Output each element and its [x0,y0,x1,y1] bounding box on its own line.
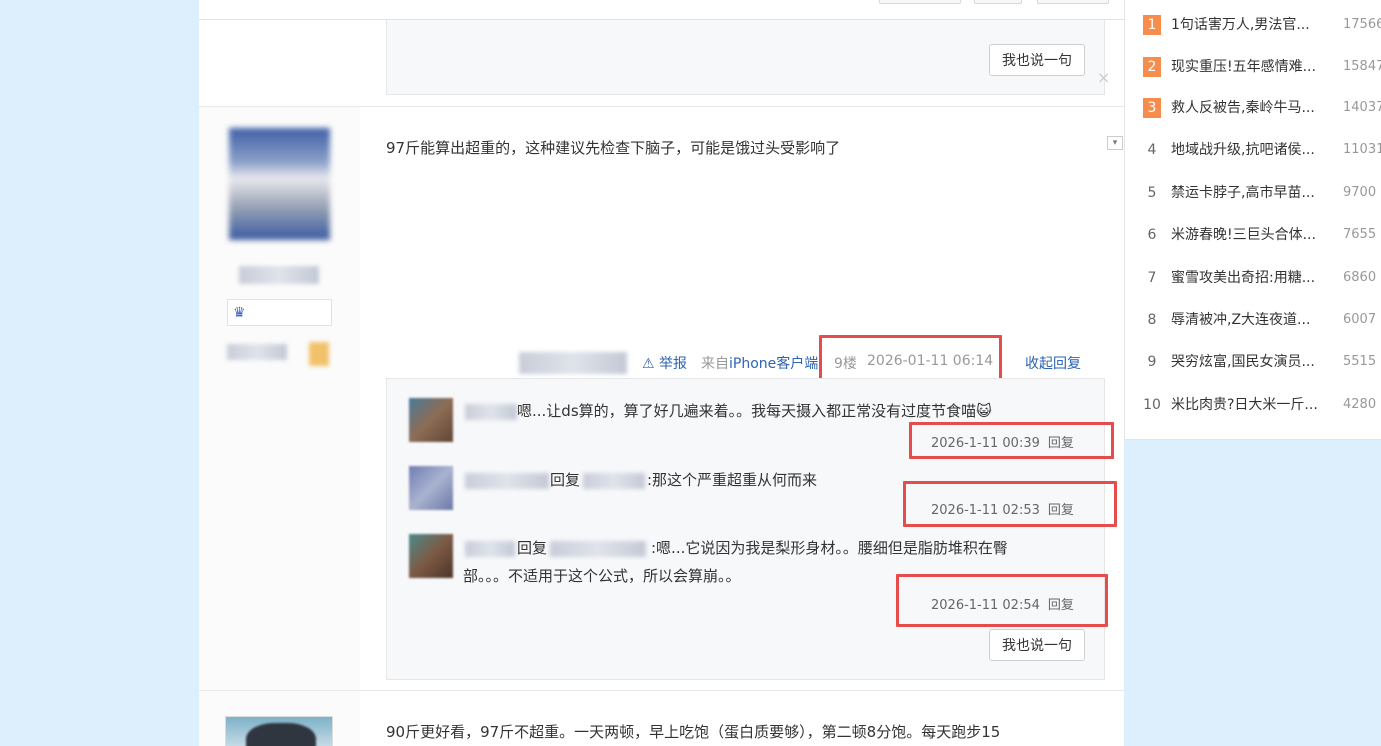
badge-icon: ♛ [233,305,246,321]
rank-number: 10 [1143,397,1161,413]
rank-number: 8 [1147,312,1157,328]
hot-item[interactable]: 2 现实重压!五年感情难... 15847 [1125,57,1381,77]
hot-item[interactable]: 3 救人反被告,秦岭牛马... 14037 [1125,98,1381,118]
reply-avatar[interactable] [409,466,453,510]
client-prefix: 来自 [701,356,729,372]
hot-item-count: 4280 [1343,397,1377,412]
highlight-box-reply-2 [903,481,1117,527]
hot-item-count: 7655 [1343,227,1377,242]
rank-number: 2 [1143,57,1161,77]
post-menu-chevron-down-icon[interactable]: ▾ [1107,136,1123,150]
author-badge: ♛ [227,299,332,326]
rank-number: 5 [1147,185,1157,201]
hot-item[interactable]: 6 米游春晚!三巨头合体... 7655 [1125,225,1381,245]
post-content: 97斤能算出超重的，这种建议先检查下脑子，可能是饿过头受影响了 [386,139,841,157]
hot-item[interactable]: 5 禁运卡脖子,高市早苗... 9700 [1125,183,1381,203]
reply-text: :那这个严重超重从何而来 [647,471,818,489]
hot-item-count: 6007 [1343,312,1377,327]
reply-avatar[interactable] [409,398,453,442]
reply-text-line-1: :嗯...它说因为我是梨形身材。。腰细但是脂肪堆积在臀 [651,539,1008,557]
reply-username[interactable] [465,541,515,557]
hot-item-title[interactable]: 米比肉贵?日大米一斤... [1171,395,1318,415]
reply-target-username[interactable] [583,473,645,489]
hot-item-count: 5515 [1343,354,1377,369]
say-something-button-top[interactable]: 我也说一句 [989,44,1085,76]
hot-item-count: 14037 [1343,100,1381,115]
collapse-replies-link[interactable]: 收起回复 [1025,353,1081,373]
hot-item-title[interactable]: 哭穷炫富,国民女演员... [1171,352,1315,372]
hot-item-title[interactable]: 辱清被冲,Z大连夜道... [1171,310,1310,330]
rank-number: 4 [1147,142,1157,158]
rank-number: 7 [1147,270,1157,286]
hot-item-title[interactable]: 现实重压!五年感情难... [1171,57,1316,77]
highlight-box-post-time [819,335,1002,383]
author-level [227,344,287,360]
hot-item[interactable]: 9 哭穷炫富,国民女演员... 5515 [1125,352,1381,372]
rank-number: 1 [1143,15,1161,35]
top-button-a[interactable] [879,0,961,4]
hot-item[interactable]: 10 米比肉贵?日大米一斤... 4280 [1125,395,1381,415]
close-icon[interactable]: × [1097,68,1110,87]
hot-topic-list: 1 1句话害万人,男法官... 17566 2 现实重压!五年感情难... 15… [1124,0,1381,440]
rank-number: 9 [1147,354,1157,370]
report-link[interactable]: ⚠ 举报 [642,353,687,373]
previous-reply-box: 我也说一句 [386,20,1105,95]
hot-item[interactable]: 7 蜜雪攻美出奇招:用糖... 6860 [1125,268,1381,288]
tail-blurred-info [519,352,627,374]
reply-username[interactable] [465,473,549,489]
hot-item-title[interactable]: 地域战升级,抗吧诸侯... [1171,140,1315,160]
reply-target-username[interactable] [550,541,646,557]
reply-text-line-2: 部。。。不适用于这个公式，所以会算崩。。 [463,567,741,585]
reply-reply-word: 回复 [550,471,581,489]
rank-number: 3 [1143,98,1161,118]
hot-item-title[interactable]: 救人反被告,秦岭牛马... [1171,98,1315,118]
hot-item-title[interactable]: 禁运卡脖子,高市早苗... [1171,183,1315,203]
rank-number: 6 [1147,227,1157,243]
reply-avatar[interactable] [409,534,453,578]
highlight-box-reply-3 [896,574,1108,627]
level-icon [309,342,329,366]
hot-item-count: 11031 [1343,142,1381,157]
highlight-box-reply-1 [909,422,1114,459]
hot-item-title[interactable]: 米游春晚!三巨头合体... [1171,225,1316,245]
thread-main: 我也说一句 × ♛ 97斤能算出超重的，这种建议先检查下脑子，可能是饿过头受影响… [199,0,1124,746]
author-name[interactable] [239,266,319,284]
hot-item-count: 9700 [1343,185,1377,200]
hot-item-count: 6860 [1343,270,1377,285]
report-label[interactable]: 举报 [659,356,687,372]
top-button-b[interactable] [974,0,1022,4]
hot-item-count: 17566 [1343,17,1381,32]
reply-reply-word: 回复 [517,539,548,557]
hot-item-count: 15847 [1343,59,1381,74]
warning-icon: ⚠ [642,356,655,372]
top-button-c[interactable] [1037,0,1109,4]
next-author-avatar[interactable] [225,716,333,746]
hot-item-title[interactable]: 蜜雪攻美出奇招:用糖... [1171,268,1315,288]
author-avatar[interactable] [229,128,330,240]
reply-username[interactable] [465,404,517,420]
hot-item-title[interactable]: 1句话害万人,男法官... [1171,15,1310,35]
client-source: 来自iPhone客户端 [701,353,818,373]
say-something-button[interactable]: 我也说一句 [989,629,1085,661]
next-post-content: 90斤更好看，97斤不超重。一天两顿，早上吃饱（蛋白质要够），第二顿8分饱。每天… [386,723,1001,741]
client-link[interactable]: iPhone客户端 [729,356,818,372]
hot-item[interactable]: 1 1句话害万人,男法官... 17566 [1125,15,1381,35]
hot-item[interactable]: 8 辱清被冲,Z大连夜道... 6007 [1125,310,1381,330]
hot-item[interactable]: 4 地域战升级,抗吧诸侯... 11031 [1125,140,1381,160]
